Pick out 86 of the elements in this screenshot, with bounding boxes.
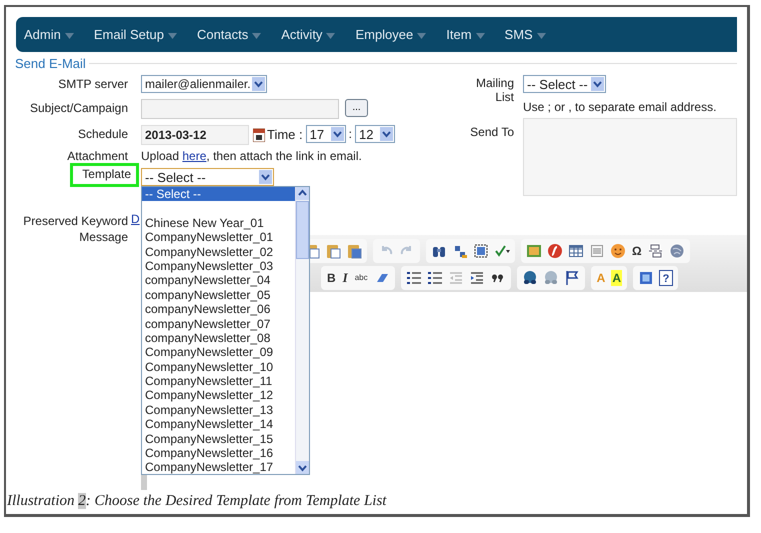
nav-menu-item[interactable]: Item	[446, 27, 485, 42]
nav-menu-item[interactable]: Employee	[355, 27, 426, 42]
nav-menu-item[interactable]: Email Setup	[94, 27, 177, 42]
page-break-icon[interactable]	[648, 243, 664, 259]
nav-menu-item[interactable]: Contacts	[196, 27, 262, 42]
time-label: Time :	[267, 126, 304, 142]
numbered-list-icon[interactable]	[406, 270, 422, 286]
date-field[interactable]: 2013-03-12	[141, 125, 249, 145]
dropdown-option[interactable]: CompanyNewsletter_09	[142, 345, 295, 360]
format-button[interactable]: abc	[354, 270, 369, 286]
slash-circle-icon[interactable]	[547, 243, 563, 259]
field-label: Attachment	[66, 149, 129, 163]
dropdown-option[interactable]: CompanyNewsletter_17	[142, 460, 295, 475]
nav-menu-item[interactable]: Admin	[24, 27, 74, 42]
dropdown-option[interactable]: -- Select --	[142, 187, 295, 202]
smtp-select[interactable]: mailer@alienmailer.	[141, 75, 267, 93]
smiley-icon[interactable]	[610, 243, 626, 259]
indent-icon[interactable]	[468, 270, 485, 286]
scroll-up-icon[interactable]	[296, 187, 309, 200]
scrollbar[interactable]	[295, 187, 309, 474]
scroll-down-icon[interactable]	[296, 461, 309, 474]
template-select[interactable]: -- Select --	[141, 168, 274, 186]
field-label: Subject/Campaign	[28, 100, 129, 115]
browse-button[interactable]: ...	[345, 99, 368, 117]
dropdown-option[interactable]: companyNewsletter_07	[142, 316, 295, 331]
minute-select[interactable]: 12	[354, 125, 395, 143]
replace-icon[interactable]	[452, 243, 468, 259]
clipboard-icon[interactable]	[325, 243, 341, 259]
format-button[interactable]: Ω	[631, 243, 643, 259]
dropdown-option[interactable]: CompanyNewsletter_02	[142, 244, 295, 259]
field-label: Mailing List	[474, 75, 515, 104]
mailing-list-select[interactable]: -- Select --	[523, 75, 606, 93]
dropdown-option[interactable]: companyNewsletter_05	[142, 288, 295, 302]
dropdown-option[interactable]: CompanyNewsletter_10	[142, 360, 295, 374]
globe-icon[interactable]	[668, 243, 685, 259]
dropdown-option[interactable]: companyNewsletter_06	[142, 302, 295, 317]
format-button[interactable]: ?	[658, 270, 673, 286]
caret-icon	[168, 32, 177, 38]
field-label: Message	[78, 229, 129, 246]
format-button[interactable]: I	[342, 270, 349, 286]
time-separator: :	[348, 126, 353, 141]
calendar-icon[interactable]	[253, 128, 265, 142]
table-icon[interactable]	[568, 243, 584, 259]
dropdown-option[interactable]: CompanyNewsletter_16	[142, 446, 295, 460]
dropdown-option[interactable]: CompanyNewsletter_03	[142, 258, 295, 274]
dropdown-option[interactable]: CompanyNewsletter_15	[142, 432, 295, 446]
clipboard-icon[interactable]	[346, 243, 362, 259]
field-label: Schedule	[76, 126, 129, 141]
bullet-list-icon[interactable]	[426, 270, 443, 286]
dropdown-option[interactable]: CompanyNewsletter_13	[142, 402, 295, 418]
nav-menu-item[interactable]: SMS	[504, 27, 546, 42]
dropdown-option[interactable]: CompanyNewsletter_14	[142, 417, 295, 432]
dropdown-option[interactable]: Chinese New Year_01	[142, 216, 295, 230]
dropdown-option[interactable]: companyNewsletter_08	[142, 330, 295, 346]
lines-icon[interactable]	[589, 243, 605, 259]
upload-instructions: Upload here, then attach the link in email.	[141, 149, 362, 163]
section-title: Send E-Mail	[14, 56, 87, 70]
figure-caption: Illustration 2: Choose the Desired Template from Template List	[7, 493, 388, 511]
spellcheck-icon[interactable]	[494, 243, 510, 259]
dropdown-option[interactable]: CompanyNewsletter_11	[142, 374, 295, 388]
bg-color-button[interactable]: A	[611, 270, 622, 286]
caret-icon	[417, 32, 426, 38]
field-label: Send To	[469, 124, 515, 139]
field-label: SMTP server	[57, 76, 129, 91]
caret-icon	[326, 32, 336, 38]
field-label: Preserved Keyword	[22, 213, 129, 228]
image-icon[interactable]	[526, 243, 542, 259]
caret-icon	[476, 32, 485, 38]
caret-icon	[536, 32, 546, 38]
caret-icon	[252, 32, 262, 38]
field-label: Template	[70, 163, 139, 187]
subject-field[interactable]	[141, 99, 339, 119]
maximize-icon[interactable]	[638, 270, 654, 286]
keyword-link[interactable]: D	[131, 212, 140, 226]
dropdown-option[interactable]: companyNewsletter_04	[142, 273, 295, 288]
upload-link[interactable]: here	[182, 149, 206, 163]
scroll-thumb[interactable]	[296, 201, 309, 259]
flag-icon[interactable]	[564, 270, 580, 286]
caret-icon	[64, 32, 74, 38]
hint-text: Use ; or , to separate email address.	[522, 99, 718, 116]
nav-menu-item[interactable]: Activity	[281, 27, 336, 42]
dotted-square-icon[interactable]	[473, 243, 489, 259]
hour-select[interactable]: 17	[306, 125, 346, 143]
format-button[interactable]: B	[326, 270, 337, 286]
dropdown-option[interactable]: CompanyNewsletter_12	[142, 388, 295, 403]
send-to-field[interactable]	[523, 118, 737, 196]
